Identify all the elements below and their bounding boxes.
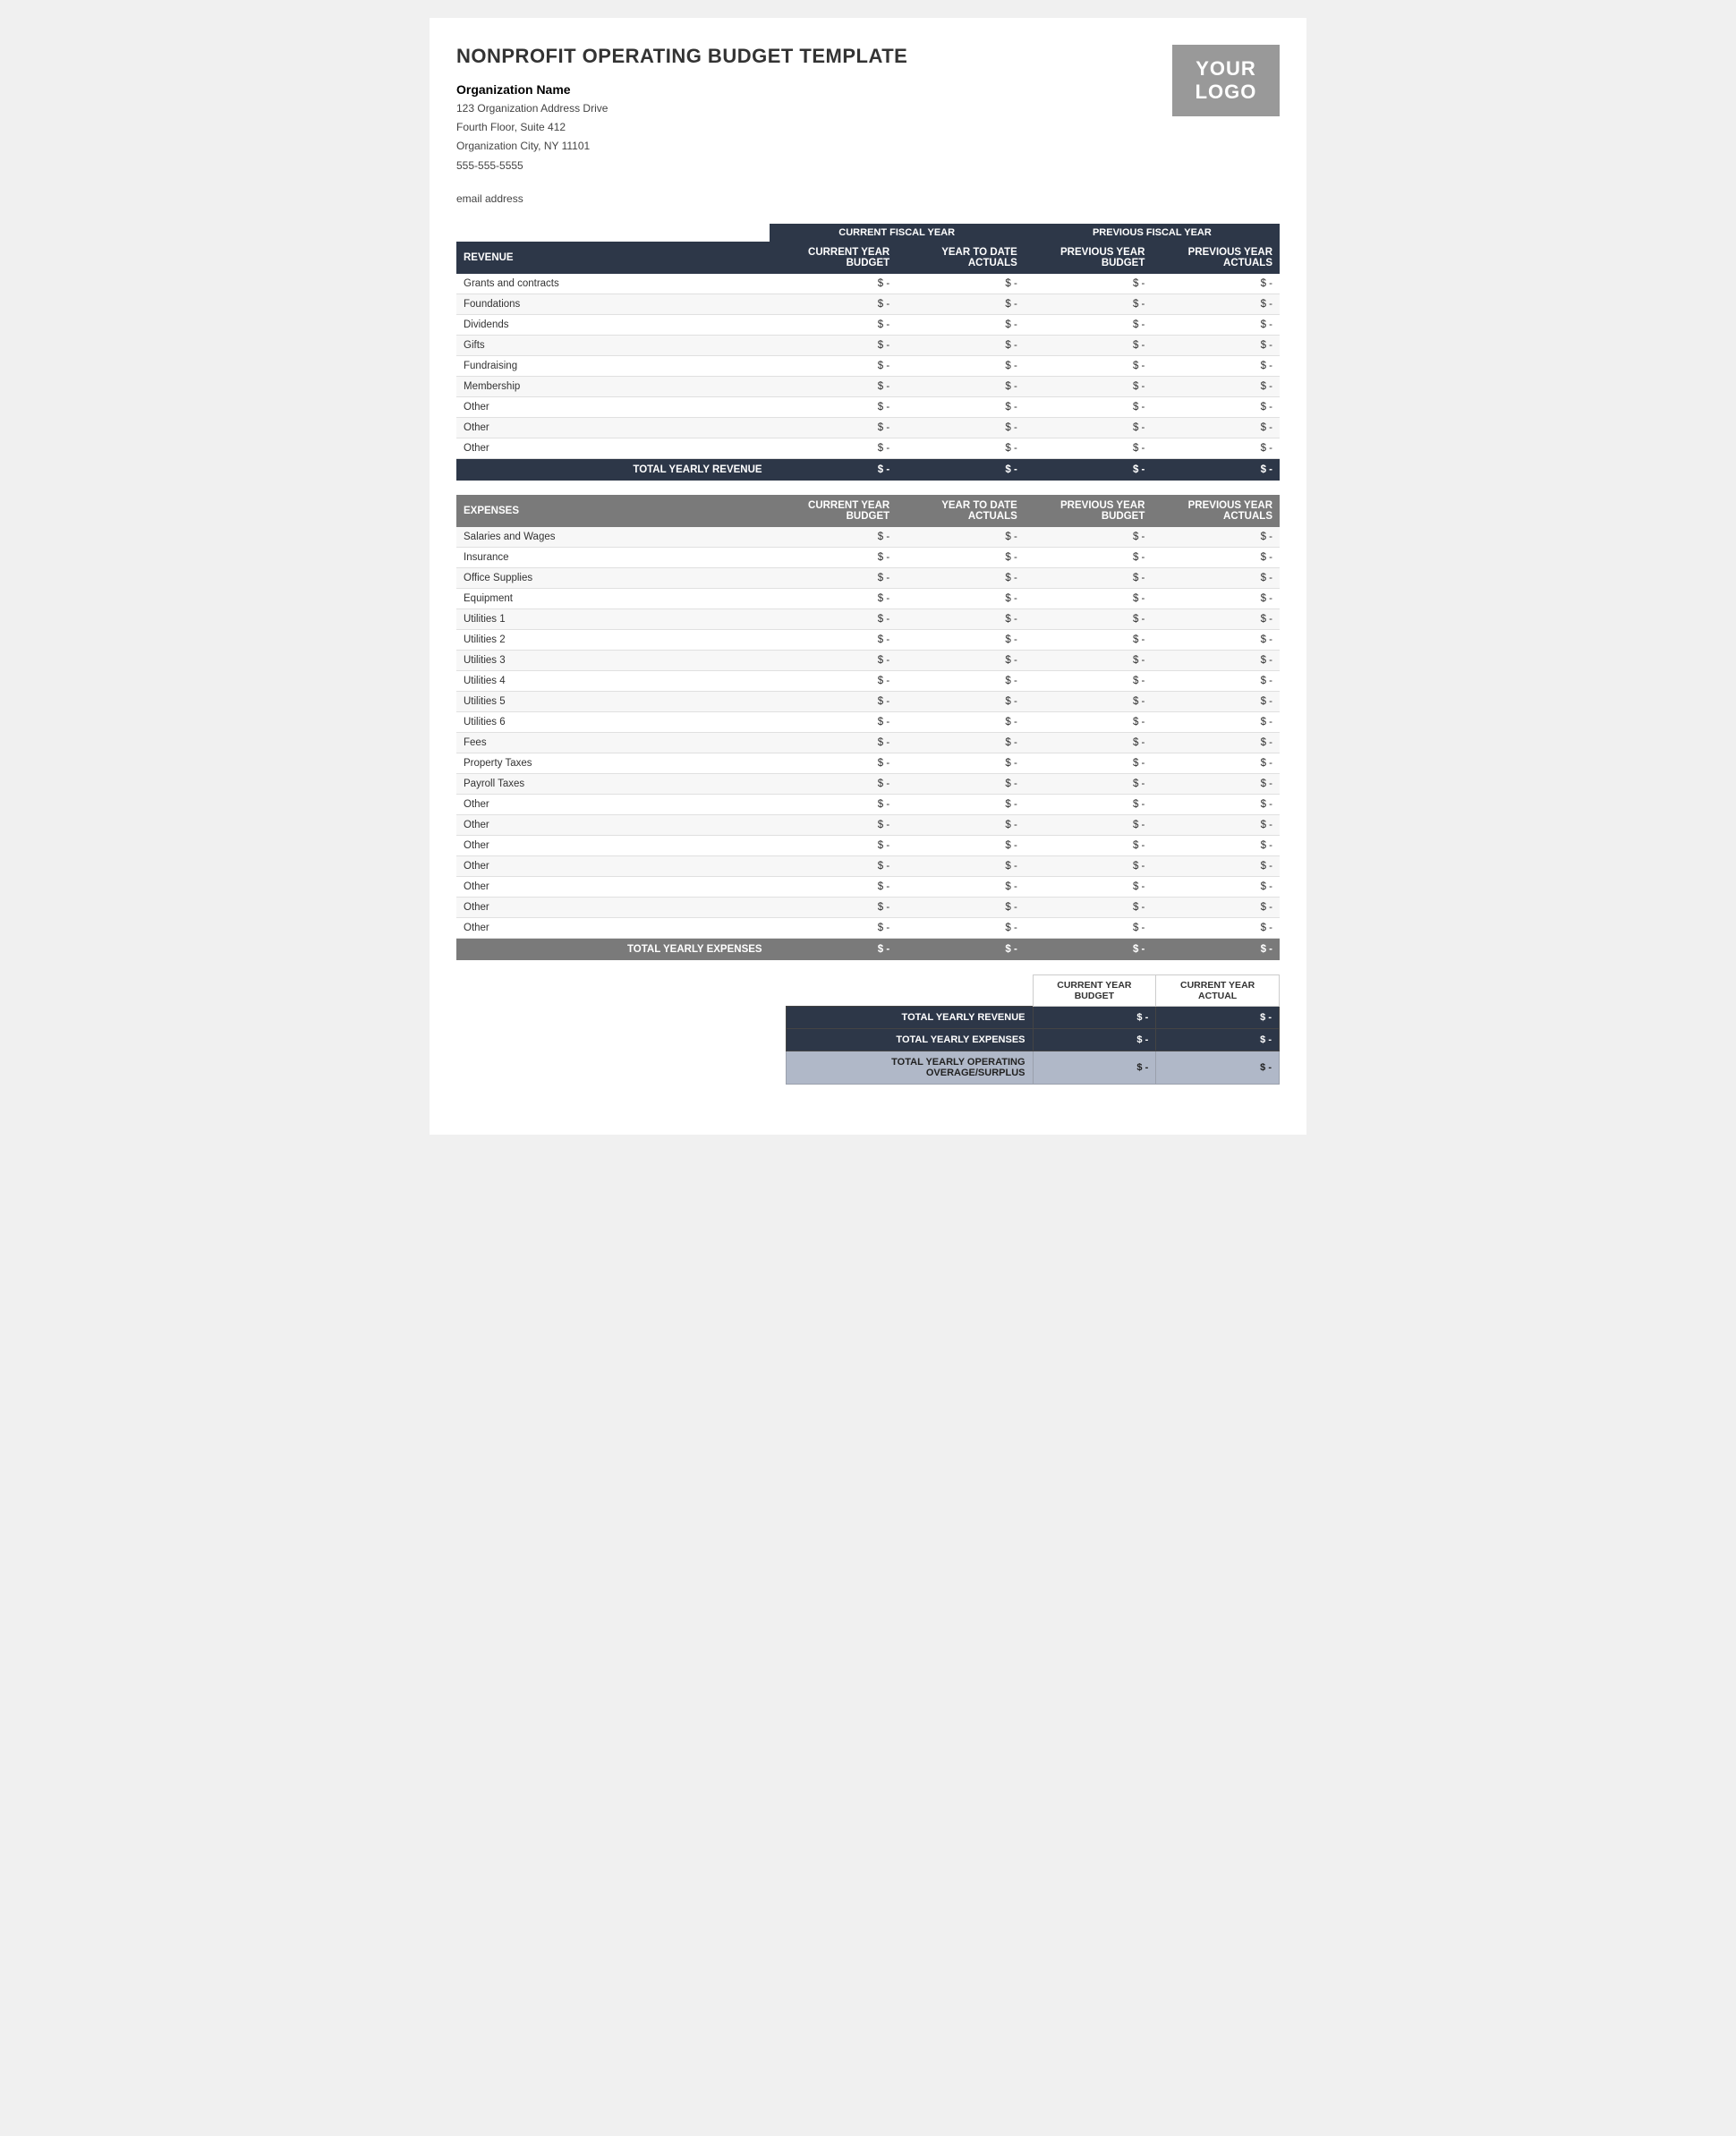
summary-table: CURRENT YEAR BUDGET CURRENT YEAR ACTUAL … — [786, 974, 1280, 1085]
previous-fiscal-label: PREVIOUS FISCAL YEAR — [1025, 224, 1280, 242]
table-row: Salaries and Wages $ - $ - $ - $ - — [456, 527, 1280, 548]
table-row: Grants and contracts $ - $ - $ - $ - — [456, 274, 1280, 294]
summary-revenue-c2: $ - — [1156, 1006, 1280, 1028]
summary-surplus-c1: $ - — [1033, 1051, 1156, 1084]
summary-col2: CURRENT YEAR ACTUAL — [1156, 974, 1280, 1006]
table-row: Membership $ - $ - $ - $ - — [456, 376, 1280, 396]
summary-expenses-c1: $ - — [1033, 1028, 1156, 1051]
table-row: Payroll Taxes $ - $ - $ - $ - — [456, 773, 1280, 794]
expenses-label: EXPENSES — [456, 495, 770, 527]
row-label: Other — [456, 396, 770, 417]
expenses-total-c1: $ - — [770, 938, 898, 960]
revenue-col4: PREVIOUS YEAR ACTUALS — [1152, 242, 1280, 274]
row-label: Other — [456, 438, 770, 458]
table-row: Other $ - $ - $ - $ - — [456, 814, 1280, 835]
current-fiscal-label: CURRENT FISCAL YEAR — [770, 224, 1025, 242]
table-row: Dividends $ - $ - $ - $ - — [456, 314, 1280, 335]
table-row: Insurance $ - $ - $ - $ - — [456, 547, 1280, 567]
expenses-total-c4: $ - — [1152, 938, 1280, 960]
row-label: Foundations — [456, 294, 770, 314]
expenses-total-label: TOTAL YEARLY EXPENSES — [456, 938, 770, 960]
expenses-total-c3: $ - — [1025, 938, 1153, 960]
table-row: Utilities 6 $ - $ - $ - $ - — [456, 711, 1280, 732]
table-row: Other $ - $ - $ - $ - — [456, 876, 1280, 897]
row-label: Membership — [456, 376, 770, 396]
summary-col-header: CURRENT YEAR BUDGET CURRENT YEAR ACTUAL — [787, 974, 1280, 1006]
org-phone: 555-555-5555 — [456, 157, 1280, 174]
expenses-table: EXPENSES CURRENT YEAR BUDGET YEAR TO DAT… — [456, 495, 1280, 960]
table-row: Gifts $ - $ - $ - $ - — [456, 335, 1280, 355]
summary-col1: CURRENT YEAR BUDGET — [1033, 974, 1156, 1006]
row-c3: $ - — [1025, 274, 1153, 294]
row-label: Gifts — [456, 335, 770, 355]
expenses-section-header: EXPENSES CURRENT YEAR BUDGET YEAR TO DAT… — [456, 495, 1280, 527]
row-c1: $ - — [770, 274, 898, 294]
table-row: Equipment $ - $ - $ - $ - — [456, 588, 1280, 608]
org-name: Organization Name — [456, 82, 1280, 97]
summary-revenue-row: TOTAL YEARLY REVENUE $ - $ - — [787, 1006, 1280, 1028]
table-row: Fundraising $ - $ - $ - $ - — [456, 355, 1280, 376]
table-row: Other $ - $ - $ - $ - — [456, 396, 1280, 417]
row-label: Fundraising — [456, 355, 770, 376]
org-address1: 123 Organization Address Drive — [456, 100, 1280, 117]
summary-surplus-row: TOTAL YEARLY OPERATING OVERAGE/SURPLUS $… — [787, 1051, 1280, 1084]
table-row: Other $ - $ - $ - $ - — [456, 855, 1280, 876]
table-row: Other $ - $ - $ - $ - — [456, 835, 1280, 855]
table-row: Utilities 1 $ - $ - $ - $ - — [456, 608, 1280, 629]
fiscal-header-row: CURRENT FISCAL YEAR PREVIOUS FISCAL YEAR — [456, 224, 1280, 242]
row-label: Other — [456, 417, 770, 438]
expenses-col1: CURRENT YEAR BUDGET — [770, 495, 898, 527]
revenue-total-row: TOTAL YEARLY REVENUE $ - $ - $ - $ - — [456, 458, 1280, 481]
expenses-total-row: TOTAL YEARLY EXPENSES $ - $ - $ - $ - — [456, 938, 1280, 960]
revenue-label: REVENUE — [456, 242, 770, 274]
table-row: Utilities 3 $ - $ - $ - $ - — [456, 650, 1280, 670]
table-row: Property Taxes $ - $ - $ - $ - — [456, 753, 1280, 773]
org-address2: Fourth Floor, Suite 412 — [456, 119, 1280, 136]
expenses-col4: PREVIOUS YEAR ACTUALS — [1152, 495, 1280, 527]
logo: YOURLOGO — [1172, 45, 1280, 116]
revenue-total-c1: $ - — [770, 458, 898, 481]
expenses-col2: YEAR TO DATE ACTUALS — [897, 495, 1025, 527]
table-row: Other $ - $ - $ - $ - — [456, 438, 1280, 458]
summary-expenses-c2: $ - — [1156, 1028, 1280, 1051]
revenue-col3: PREVIOUS YEAR BUDGET — [1025, 242, 1153, 274]
summary-expenses-label: TOTAL YEARLY EXPENSES — [787, 1028, 1034, 1051]
expenses-col3: PREVIOUS YEAR BUDGET — [1025, 495, 1153, 527]
table-row: Other $ - $ - $ - $ - — [456, 417, 1280, 438]
revenue-section-header: REVENUE CURRENT YEAR BUDGET YEAR TO DATE… — [456, 242, 1280, 274]
table-row: Fees $ - $ - $ - $ - — [456, 732, 1280, 753]
table-row: Other $ - $ - $ - $ - — [456, 897, 1280, 917]
revenue-total-c2: $ - — [897, 458, 1025, 481]
org-email: email address — [456, 191, 1280, 208]
row-label: Grants and contracts — [456, 274, 770, 294]
org-address3: Organization City, NY 11101 — [456, 138, 1280, 155]
page-title: NONPROFIT OPERATING BUDGET TEMPLATE — [456, 45, 1280, 68]
row-c2: $ - — [897, 274, 1025, 294]
summary-surplus-c2: $ - — [1156, 1051, 1280, 1084]
summary-surplus-label: TOTAL YEARLY OPERATING OVERAGE/SURPLUS — [787, 1051, 1034, 1084]
expenses-total-c2: $ - — [897, 938, 1025, 960]
revenue-col2: YEAR TO DATE ACTUALS — [897, 242, 1025, 274]
table-row: Office Supplies $ - $ - $ - $ - — [456, 567, 1280, 588]
summary-revenue-label: TOTAL YEARLY REVENUE — [787, 1006, 1034, 1028]
table-row: Utilities 5 $ - $ - $ - $ - — [456, 691, 1280, 711]
table-row: Other $ - $ - $ - $ - — [456, 794, 1280, 814]
revenue-total-label: TOTAL YEARLY REVENUE — [456, 458, 770, 481]
summary-revenue-c1: $ - — [1033, 1006, 1156, 1028]
summary-expenses-row: TOTAL YEARLY EXPENSES $ - $ - — [787, 1028, 1280, 1051]
row-label: Dividends — [456, 314, 770, 335]
table-row: Foundations $ - $ - $ - $ - — [456, 294, 1280, 314]
revenue-total-c4: $ - — [1152, 458, 1280, 481]
revenue-total-c3: $ - — [1025, 458, 1153, 481]
page: NONPROFIT OPERATING BUDGET TEMPLATE Orga… — [430, 18, 1306, 1135]
table-row: Utilities 2 $ - $ - $ - $ - — [456, 629, 1280, 650]
row-c4: $ - — [1152, 274, 1280, 294]
revenue-table: CURRENT FISCAL YEAR PREVIOUS FISCAL YEAR… — [456, 224, 1280, 481]
table-row: Other $ - $ - $ - $ - — [456, 917, 1280, 938]
table-row: Utilities 4 $ - $ - $ - $ - — [456, 670, 1280, 691]
revenue-col1: CURRENT YEAR BUDGET — [770, 242, 898, 274]
